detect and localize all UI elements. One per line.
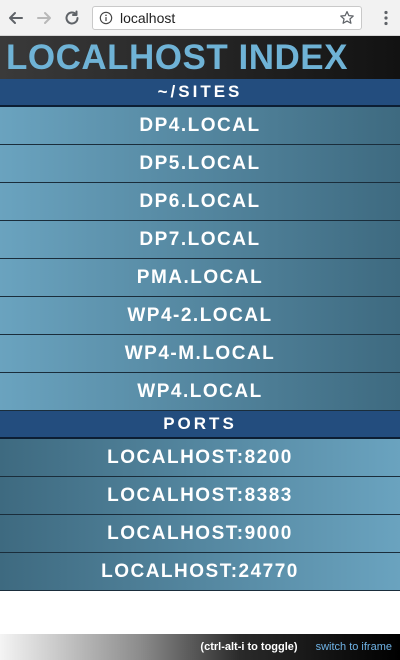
port-label: LOCALHOST:8200	[107, 446, 293, 468]
ports-section-header: PORTS	[0, 411, 400, 439]
port-link-8383[interactable]: LOCALHOST:8383	[0, 477, 400, 515]
page-content: LOCALHOST INDEX ~/SITES DP4.LOCAL DP5.LO…	[0, 36, 400, 634]
site-link-wp4[interactable]: WP4.LOCAL	[0, 373, 400, 411]
port-link-8200[interactable]: LOCALHOST:8200	[0, 439, 400, 477]
site-label: WP4-M.LOCAL	[124, 342, 276, 364]
site-link-dp7[interactable]: DP7.LOCAL	[0, 221, 400, 259]
page-header: LOCALHOST INDEX	[0, 36, 400, 79]
reload-icon[interactable]	[60, 6, 84, 30]
site-label: WP4-2.LOCAL	[127, 304, 273, 326]
sites-section-header: ~/SITES	[0, 79, 400, 107]
port-label: LOCALHOST:8383	[107, 484, 293, 506]
site-link-dp5[interactable]: DP5.LOCAL	[0, 145, 400, 183]
site-label: DP5.LOCAL	[139, 152, 261, 174]
site-link-dp4[interactable]: DP4.LOCAL	[0, 107, 400, 145]
site-label: DP7.LOCAL	[139, 228, 261, 250]
site-link-dp6[interactable]: DP6.LOCAL	[0, 183, 400, 221]
forward-arrow-icon[interactable]	[32, 6, 56, 30]
url-text[interactable]: localhost	[120, 10, 338, 26]
site-link-wp4-2[interactable]: WP4-2.LOCAL	[0, 297, 400, 335]
toggle-hint: (ctrl-alt-i to toggle)	[200, 641, 298, 653]
address-bar[interactable]: localhost	[92, 6, 362, 30]
sites-heading: ~/SITES	[157, 82, 243, 101]
ports-heading: PORTS	[163, 414, 237, 433]
port-label: LOCALHOST:24770	[101, 560, 299, 582]
site-label: DP6.LOCAL	[139, 190, 261, 212]
port-label: LOCALHOST:9000	[107, 522, 293, 544]
site-link-pma[interactable]: PMA.LOCAL	[0, 259, 400, 297]
kebab-menu-icon[interactable]	[378, 8, 394, 28]
star-icon[interactable]	[338, 9, 356, 27]
port-link-24770[interactable]: LOCALHOST:24770	[0, 553, 400, 591]
site-link-wp4-m[interactable]: WP4-M.LOCAL	[0, 335, 400, 373]
switch-to-iframe-link[interactable]: switch to iframe	[316, 641, 392, 653]
browser-toolbar: localhost	[0, 0, 400, 36]
page-title: LOCALHOST INDEX	[6, 38, 348, 77]
site-label: WP4.LOCAL	[137, 380, 263, 402]
sites-list: DP4.LOCAL DP5.LOCAL DP6.LOCAL DP7.LOCAL …	[0, 107, 400, 411]
back-arrow-icon[interactable]	[4, 6, 28, 30]
info-icon[interactable]	[98, 10, 114, 26]
site-label: DP4.LOCAL	[139, 114, 261, 136]
ports-list: LOCALHOST:8200 LOCALHOST:8383 LOCALHOST:…	[0, 439, 400, 591]
bottom-bar: (ctrl-alt-i to toggle) switch to iframe	[0, 634, 400, 660]
port-link-9000[interactable]: LOCALHOST:9000	[0, 515, 400, 553]
site-label: PMA.LOCAL	[136, 266, 264, 288]
